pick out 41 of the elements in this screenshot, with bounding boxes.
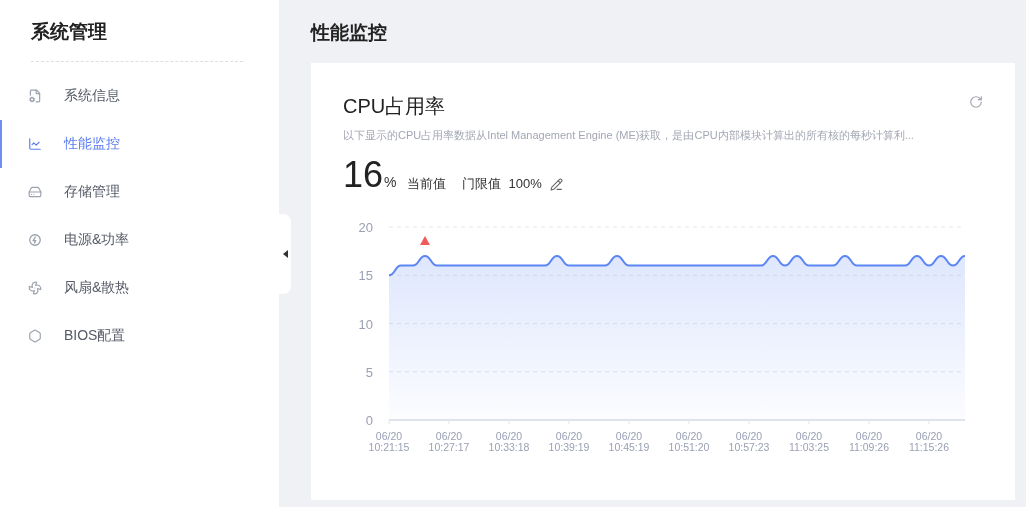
y-axis-label: 5 <box>365 364 373 380</box>
x-axis-label: 06/20 10:57:23 <box>728 430 770 453</box>
sidebar-item[interactable]: 存储管理 <box>0 167 279 216</box>
bolt-icon <box>28 232 42 247</box>
sidebar-item[interactable]: BIOS配置 <box>0 311 279 360</box>
max-marker-icon <box>420 235 430 245</box>
page-title: 性能监控 <box>311 21 388 45</box>
unit-label: % <box>384 173 397 192</box>
y-axis-label: 15 <box>358 268 373 284</box>
threshold-label: 门限值 <box>461 174 501 193</box>
x-axis-label: 06/20 11:03:25 <box>788 430 830 453</box>
threshold-value: 100% <box>508 174 542 193</box>
document-gear-icon <box>28 88 42 103</box>
sidebar-item[interactable]: 电源&功率 <box>0 215 279 264</box>
sidebar-item[interactable]: 性能监控 <box>0 119 279 168</box>
y-axis-label: 20 <box>358 220 373 235</box>
x-axis-label: 06/20 10:33:18 <box>488 430 530 453</box>
refresh-button[interactable] <box>969 94 983 109</box>
hexagon-icon <box>28 328 42 343</box>
sidebar-item[interactable]: 系统信息 <box>0 71 279 120</box>
x-axis-label: 06/20 10:51:20 <box>668 430 710 453</box>
caret-left-icon <box>282 249 288 258</box>
sidebar-item[interactable]: 风扇&散热 <box>0 263 279 312</box>
collapse-button[interactable] <box>279 213 291 294</box>
x-axis-label: 06/20 10:45:19 <box>608 430 650 453</box>
current-value: 16 <box>343 157 384 193</box>
x-axis-label: 06/20 10:21:15 <box>368 430 410 453</box>
drive-icon <box>28 184 42 199</box>
x-axis-label: 06/20 10:39:19 <box>548 430 590 453</box>
card-description: 以下显示的CPU占用率数据从Intel Management Engine (ME)获取，是由CPU内部模块计算出的所有核的每秒计算利... <box>343 127 915 143</box>
y-axis-label: 0 <box>365 413 373 428</box>
current-label: 当前值 <box>406 174 446 193</box>
x-axis-label: 06/20 10:27:17 <box>428 430 470 453</box>
edit-button[interactable] <box>549 178 563 191</box>
card-title: CPU占用率 <box>343 93 446 119</box>
fan-icon <box>28 280 42 295</box>
x-axis-label: 06/20 11:09:26 <box>848 430 890 453</box>
line-chart-icon <box>28 136 42 151</box>
y-axis-label: 10 <box>358 316 373 332</box>
x-axis-label: 06/20 11:15:26 <box>908 430 950 453</box>
sidebar-title: 系统管理 <box>31 20 108 44</box>
